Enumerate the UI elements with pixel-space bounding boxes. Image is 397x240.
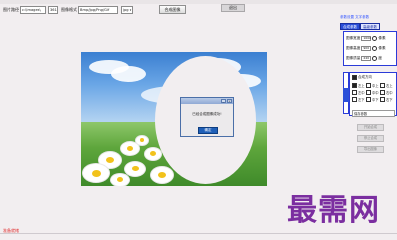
start-button[interactable]: 开始合成 [357,124,384,131]
checkbox-icon[interactable] [352,90,357,95]
direction-title: 合成方向 [358,75,372,79]
option-label: 右中 [386,91,393,95]
direction-option: 右上 [380,83,394,88]
checkbox-icon[interactable] [366,83,371,88]
direction-option: 中上 [366,83,380,88]
path-input[interactable]: c:\Images\ [20,6,46,14]
checkbox-icon[interactable] [352,83,357,88]
option-label: 左中 [358,91,365,95]
option-label: 右上 [386,84,393,88]
panel-title: 参数设置 文字参数 [340,15,370,19]
close-icon[interactable]: × [227,99,232,103]
param-row-quality: 图像质量 240 度 [346,55,382,61]
option-label: 右下 [386,98,393,102]
minimize-icon[interactable]: _ [221,99,226,103]
direction-option: 左下 [352,97,366,102]
ok-button[interactable]: 确定 [198,127,218,134]
chevron-down-icon: ▾ [129,8,132,12]
tab-advanced[interactable]: 高级参数 [360,23,380,30]
param-row-height: 图像高度 900 像素 [346,45,386,51]
param-unit: 度 [378,56,382,60]
option-label: 左下 [358,98,365,102]
direction-option: 右中 [380,90,394,95]
checkbox-icon[interactable] [380,90,385,95]
direction-option: 中下 [366,97,380,102]
radio-icon[interactable] [372,55,378,61]
status-text: 准备就绪 [3,228,19,233]
param-unit: 像素 [378,46,386,50]
panel-tabs: 合成参数 高级参数 [340,23,397,30]
dialog-message: 已经合成图像成功! [192,112,222,116]
compose-button[interactable]: 合成图像 [159,5,186,14]
export-button[interactable]: 导出图像 [357,146,384,153]
checkbox-icon[interactable] [366,97,371,102]
param-label: 图像宽度 [346,36,361,40]
type-select[interactable]: jpg ▾ [121,6,133,14]
status-divider [0,233,397,234]
top-toolbar: 图片路径 c:\Images\ 361 图像格式 Bmp/Jpg/Png/Gif… [0,4,336,18]
direction-option: 右下 [380,97,394,102]
option-label: 左上 [358,84,365,88]
message-dialog: _ × 已经合成图像成功! 确定 [180,97,234,137]
checkbox-icon[interactable] [366,90,371,95]
checkbox-icon[interactable] [352,75,357,80]
checkbox-icon[interactable] [352,97,357,102]
param-label: 图像质量 [346,56,361,60]
format-label: 图像格式 [61,7,77,12]
count-input[interactable]: 361 [48,6,58,14]
param-label: 图像高度 [346,46,361,50]
direction-header: 合成方向 [352,75,372,80]
type-select-value: jpg [123,8,129,12]
stop-button[interactable]: 停止合成 [357,135,384,142]
save-params-select[interactable]: 保存参数 [352,110,395,117]
param-row-width: 图像宽度 1600 像素 [346,35,386,41]
direction-option: 中中 [366,90,380,95]
param-unit: 像素 [378,36,386,40]
option-label: 中下 [372,98,379,102]
checkbox-icon[interactable] [380,83,385,88]
params-box: 图像宽度 1600 像素 图像高度 900 像素 图像质量 240 度 [343,31,397,66]
dialog-titlebar: _ × [181,98,233,104]
quality-input[interactable]: 240 [361,55,372,61]
direction-option: 左上 [352,83,366,88]
direction-box: 合成方向 左上 中上 右上 左中 中中 右中 左下 中下 右下 保存参数 [349,72,397,117]
radio-icon[interactable] [372,35,378,41]
radio-icon[interactable] [372,45,378,51]
width-input[interactable]: 1600 [361,35,372,41]
watermark-logo: 最需网 [287,193,380,228]
option-label: 中中 [372,91,379,95]
path-label: 图片路径 [3,7,19,12]
option-label: 中上 [372,84,379,88]
checkbox-icon[interactable] [380,97,385,102]
format-input[interactable]: Bmp/Jpg/Png/Gif [78,6,118,14]
height-input[interactable]: 900 [361,45,372,51]
direction-grid: 左上 中上 右上 左中 中中 右中 左下 中下 右下 [352,83,394,102]
exit-button[interactable]: 退出 [221,4,245,12]
direction-option: 左中 [352,90,366,95]
tab-compose[interactable]: 合成参数 [340,23,360,30]
